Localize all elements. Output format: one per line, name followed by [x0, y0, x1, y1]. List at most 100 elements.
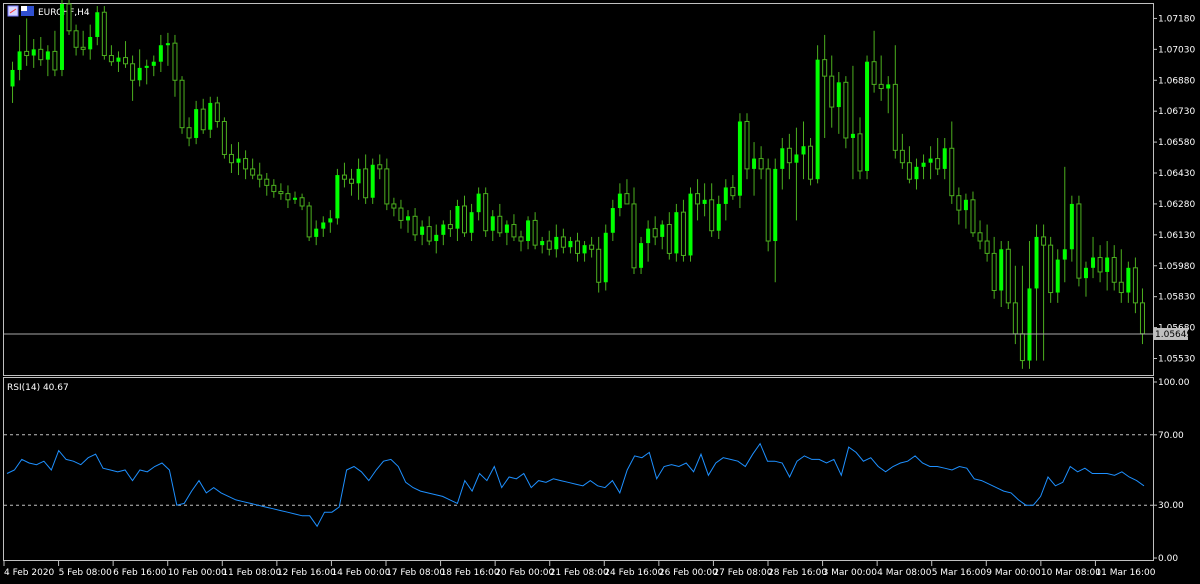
candle-body: [617, 193, 622, 209]
candle-body: [52, 50, 58, 71]
candle-body: [306, 205, 312, 238]
candle-body: [730, 186, 736, 197]
candle-body: [1076, 203, 1082, 279]
time-axis-label: 12 Feb 16:00: [277, 568, 336, 578]
candle-body: [38, 48, 44, 61]
candle-body: [695, 193, 701, 205]
candle-body: [723, 187, 728, 204]
candle-body: [1083, 267, 1088, 279]
candle-body: [1027, 288, 1032, 361]
candle-body: [808, 145, 814, 180]
candle-body: [596, 248, 602, 283]
candle-body: [455, 205, 460, 229]
candle-body: [243, 158, 249, 170]
time-axis-label: 21 Feb 08:00: [550, 568, 609, 578]
trading-chart-window[interactable]: EURCHF,H4 1.071801.070301.068801.067301.…: [0, 0, 1200, 584]
candle-body: [582, 245, 587, 254]
price-axis-label: 1.06280: [1158, 200, 1195, 210]
candle-body: [914, 166, 919, 180]
time-axis-label: 20 Feb 00:00: [495, 568, 554, 578]
candle-body: [1132, 267, 1138, 304]
candle-body: [716, 203, 721, 231]
time-axis-label: 14 Feb 00:00: [331, 568, 390, 578]
time-axis-label: 11 Feb 08:00: [222, 568, 281, 578]
candle-body: [108, 55, 114, 63]
candle-body: [977, 232, 983, 242]
candle-body: [1041, 236, 1047, 246]
candle-body: [144, 65, 149, 68]
candle-body: [1069, 203, 1074, 250]
candle-body: [963, 199, 968, 211]
candle-body: [73, 30, 79, 48]
candle-body: [1012, 302, 1018, 335]
candle-body: [10, 69, 15, 87]
candle-body: [398, 207, 404, 221]
candle-body: [412, 215, 418, 236]
candle-body: [384, 168, 390, 205]
candle-body: [652, 228, 658, 238]
candle-body: [899, 149, 905, 164]
candle-body: [88, 36, 93, 50]
candle-body: [737, 121, 742, 196]
candle-body: [363, 168, 369, 199]
rsi-levels: [4, 434, 1153, 506]
candle-body: [377, 164, 383, 170]
rsi-label: RSI(14) 40.67: [7, 383, 69, 393]
candle-body: [865, 61, 870, 171]
candle-body: [24, 50, 30, 57]
candle-body: [624, 193, 630, 205]
price-axis-label: 1.07180: [1158, 14, 1195, 24]
candle-body: [200, 108, 206, 131]
candle-body: [786, 147, 792, 164]
candle-body: [130, 63, 136, 81]
candle-body: [518, 236, 524, 242]
candle-body: [328, 218, 333, 223]
candle-body: [17, 51, 22, 70]
candle-body: [349, 178, 355, 184]
price-axis-label: 1.06730: [1158, 107, 1195, 117]
candle-body: [158, 45, 163, 62]
candle-body: [836, 82, 841, 108]
time-axis-label: 4 Feb 2020: [4, 568, 55, 578]
candle-body: [921, 162, 926, 167]
candle-body: [886, 84, 891, 89]
candle-body: [956, 195, 962, 211]
candle-body: [674, 212, 679, 254]
candle-body: [469, 212, 474, 233]
candle-body: [95, 12, 100, 37]
candle-body: [709, 199, 715, 232]
candle-body: [702, 199, 707, 204]
candle-body: [631, 203, 637, 269]
candle-body: [688, 193, 693, 256]
candle-body: [878, 83, 884, 90]
candle-body: [476, 193, 481, 213]
candle-body: [434, 234, 439, 242]
candle-body: [1055, 259, 1060, 293]
candle-body: [356, 168, 361, 184]
candle-body: [666, 224, 672, 254]
flag-icon-stripe: [21, 6, 27, 11]
candle-body: [511, 224, 517, 238]
candle-body: [406, 216, 411, 221]
price-axis-label: 1.05530: [1158, 355, 1195, 365]
candle-body: [299, 197, 305, 207]
candle-body: [942, 148, 947, 169]
candle-body: [221, 120, 227, 155]
candle-body: [271, 184, 277, 193]
candle-body: [610, 208, 615, 233]
candle-body: [871, 61, 877, 85]
candle-body: [560, 236, 566, 248]
candle-body: [646, 228, 651, 244]
candle-body: [892, 83, 898, 151]
candle-body: [228, 153, 234, 164]
price-axis-label: 1.06580: [1158, 138, 1195, 148]
time-axis-label: 3 Mar 00:00: [823, 568, 878, 578]
time-axis-label: 24 Feb 16:00: [604, 568, 663, 578]
time-axis-label: 9 Mar 00:00: [986, 568, 1041, 578]
rsi-subwindow-frame: [3, 377, 1154, 561]
candle-body: [257, 174, 263, 180]
candle-body: [1105, 257, 1110, 272]
candle-body: [765, 168, 771, 242]
price-axis-label: 1.05980: [1158, 262, 1195, 272]
rsi-axis-label: 100.00: [1158, 378, 1190, 388]
